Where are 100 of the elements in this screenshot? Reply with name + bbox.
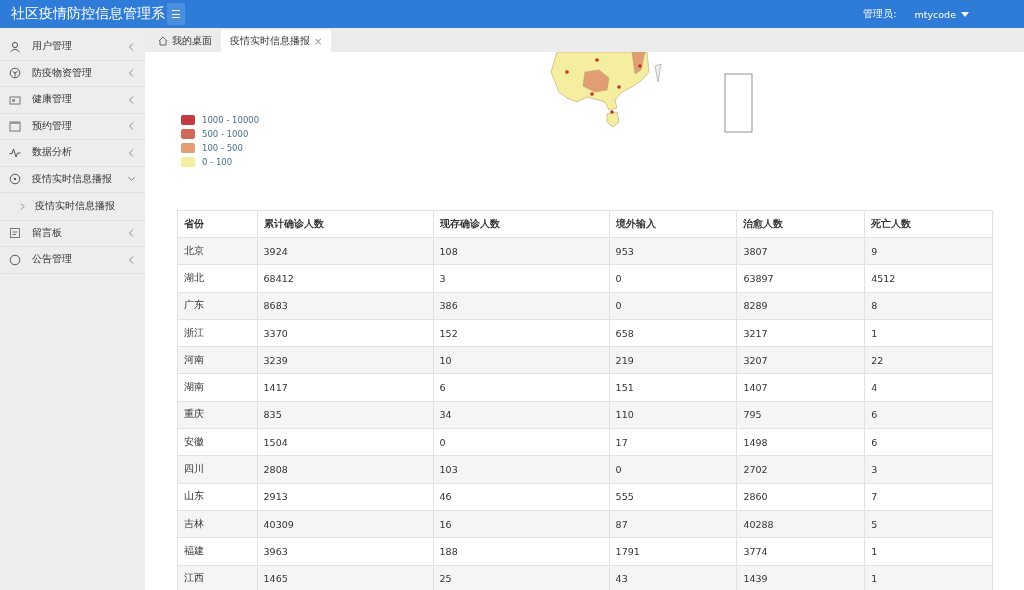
table-cell: 福建 xyxy=(177,537,258,566)
chevron-icon xyxy=(20,202,25,210)
table-cell: 湖南 xyxy=(177,374,258,402)
table-cell: 吉林 xyxy=(177,510,258,538)
sidebar-item[interactable]: 留言板 xyxy=(0,220,145,247)
column-header: 累计确诊人数 xyxy=(257,210,434,238)
sidebar-subitem[interactable]: 疫情实时信息播报 xyxy=(0,193,145,221)
table-cell: 188 xyxy=(433,537,610,566)
table-cell: 安徽 xyxy=(177,428,258,456)
table-cell: 1504 xyxy=(257,428,434,456)
table-cell: 1465 xyxy=(257,565,434,590)
circle-icon xyxy=(9,253,21,266)
calendar-icon xyxy=(9,120,21,133)
legend-label: 500 - 1000 xyxy=(202,129,249,139)
table-cell: 1498 xyxy=(736,428,865,456)
table-cell: 953 xyxy=(609,237,737,265)
legend-label: 1000 - 10000 xyxy=(202,115,260,125)
table-cell: 87 xyxy=(609,510,737,538)
app-title: 社区疫情防控信息管理系 xyxy=(10,5,165,23)
table-cell: 广东 xyxy=(177,292,258,320)
table-cell: 8683 xyxy=(257,292,434,320)
table-cell: 16 xyxy=(433,510,610,538)
card-icon xyxy=(9,93,21,106)
table-cell: 34 xyxy=(433,401,610,429)
table-cell: 3239 xyxy=(257,346,434,374)
table-cell: 555 xyxy=(609,483,737,511)
column-header: 死亡人数 xyxy=(864,210,993,238)
column-header: 治愈人数 xyxy=(736,210,865,238)
sidebar-item[interactable]: 用户管理 xyxy=(0,34,145,61)
table-cell: 0 xyxy=(433,428,610,456)
user-label: 管理员: xyxy=(863,7,897,21)
column-header: 现存确诊人数 xyxy=(433,210,610,238)
table-cell: 795 xyxy=(736,401,865,429)
table-cell: 8289 xyxy=(736,292,865,320)
table-cell: 2860 xyxy=(736,483,865,511)
table-cell: 108 xyxy=(433,237,610,265)
table-cell: 10 xyxy=(433,346,610,374)
sidebar-item[interactable]: 数据分析 xyxy=(0,140,145,167)
table-cell: 219 xyxy=(609,346,737,374)
table-cell: 3 xyxy=(433,264,610,293)
table-cell: 1 xyxy=(864,319,993,347)
table-cell: 3924 xyxy=(257,237,434,265)
table-cell: 386 xyxy=(433,292,610,320)
table-cell: 山东 xyxy=(177,483,258,511)
table-cell: 40288 xyxy=(736,510,865,538)
table-cell: 835 xyxy=(257,401,434,429)
user-menu[interactable]: mtycode xyxy=(914,8,969,20)
user-icon xyxy=(9,40,21,53)
table-cell: 0 xyxy=(609,455,737,484)
table-cell: 8 xyxy=(864,292,993,320)
table-cell: 25 xyxy=(433,565,610,590)
home-icon xyxy=(158,36,168,46)
table-cell: 68412 xyxy=(257,264,434,293)
table-cell: 3 xyxy=(864,455,993,484)
sidebar-item[interactable]: 公告管理 xyxy=(0,247,145,274)
pulse-icon xyxy=(9,146,21,159)
note-icon xyxy=(9,227,21,240)
table-cell: 浙江 xyxy=(177,319,258,347)
table-cell: 1 xyxy=(864,565,993,590)
table-cell: 40309 xyxy=(257,510,434,538)
table-cell: 4512 xyxy=(864,264,993,293)
box-icon xyxy=(9,67,21,80)
legend-label: 0 - 100 xyxy=(202,157,233,167)
table-cell: 3807 xyxy=(736,237,865,265)
tab[interactable]: 我的桌面 xyxy=(149,30,221,52)
table-cell: 4 xyxy=(864,374,993,402)
sidebar-item[interactable]: 预约管理 xyxy=(0,113,145,140)
table-cell: 151 xyxy=(609,374,737,402)
table-cell: 46 xyxy=(433,483,610,511)
table-cell: 重庆 xyxy=(177,401,258,429)
table-cell: 1417 xyxy=(257,374,434,402)
table-cell: 3217 xyxy=(736,319,865,347)
table-cell: 2808 xyxy=(257,455,434,484)
table-cell: 22 xyxy=(864,346,993,374)
legend-label: 100 - 500 xyxy=(202,143,243,153)
column-header: 省份 xyxy=(177,210,258,238)
table-cell: 江西 xyxy=(177,565,258,590)
table-cell: 6 xyxy=(864,401,993,429)
table-cell: 0 xyxy=(609,264,737,293)
table-cell: 110 xyxy=(609,401,737,429)
tab[interactable]: 疫情实时信息播报 × xyxy=(221,30,332,52)
table-cell: 3207 xyxy=(736,346,865,374)
table-cell: 43 xyxy=(609,565,737,590)
sidebar-item[interactable]: 疫情实时信息播报 xyxy=(0,166,145,193)
table-cell: 63897 xyxy=(736,264,865,293)
sidebar-item[interactable]: 健康管理 xyxy=(0,87,145,114)
table-cell: 0 xyxy=(609,292,737,320)
sidebar-item[interactable]: 防疫物资管理 xyxy=(0,60,145,87)
table-cell: 1 xyxy=(864,537,993,566)
table-cell: 17 xyxy=(609,428,737,456)
table-cell: 3963 xyxy=(257,537,434,566)
table-cell: 3774 xyxy=(736,537,865,566)
table-cell: 3370 xyxy=(257,319,434,347)
table-cell: 2913 xyxy=(257,483,434,511)
table-cell: 7 xyxy=(864,483,993,511)
table-cell: 湖北 xyxy=(177,264,258,293)
table-cell: 1407 xyxy=(736,374,865,402)
table-cell: 北京 xyxy=(177,237,258,265)
table-cell: 6 xyxy=(433,374,610,402)
column-header: 境外输入 xyxy=(609,210,737,238)
